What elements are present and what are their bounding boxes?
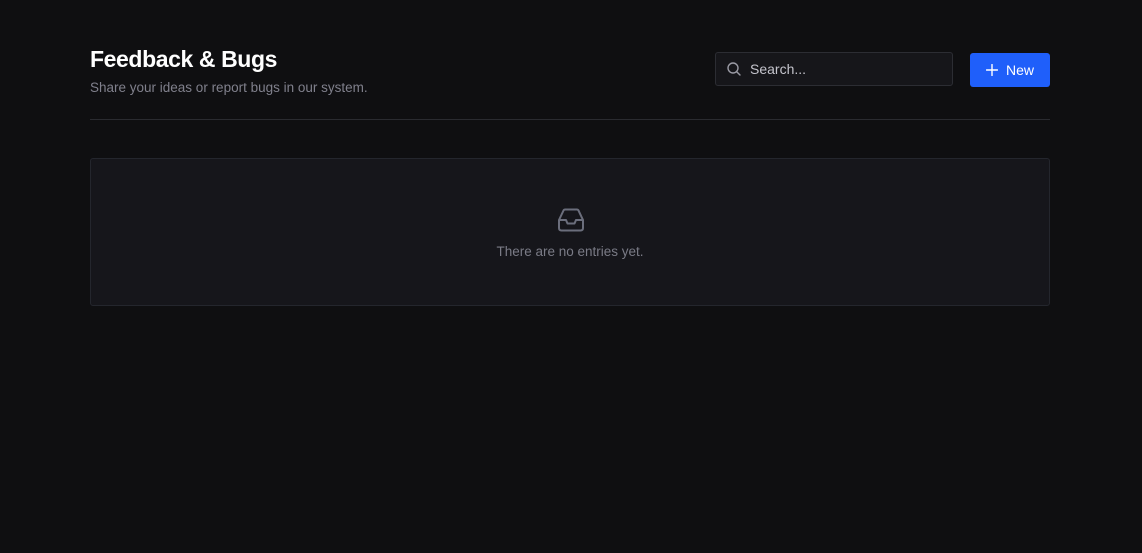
search-box[interactable] [715,52,953,86]
empty-state-panel: There are no entries yet. [90,158,1050,306]
plus-icon [985,64,998,76]
feedback-page: Feedback & Bugs Share your ideas or repo… [0,0,1142,553]
new-button[interactable]: New [970,53,1050,87]
inbox-icon [558,208,584,232]
empty-state-message: There are no entries yet. [496,244,644,259]
page-subtitle: Share your ideas or report bugs in our s… [90,80,368,95]
search-input[interactable] [742,53,952,85]
header-divider [90,119,1050,120]
search-icon [727,62,741,76]
page-header: Feedback & Bugs Share your ideas or repo… [90,44,1050,100]
page-title: Feedback & Bugs [90,46,277,72]
new-button-label: New [1005,62,1034,78]
